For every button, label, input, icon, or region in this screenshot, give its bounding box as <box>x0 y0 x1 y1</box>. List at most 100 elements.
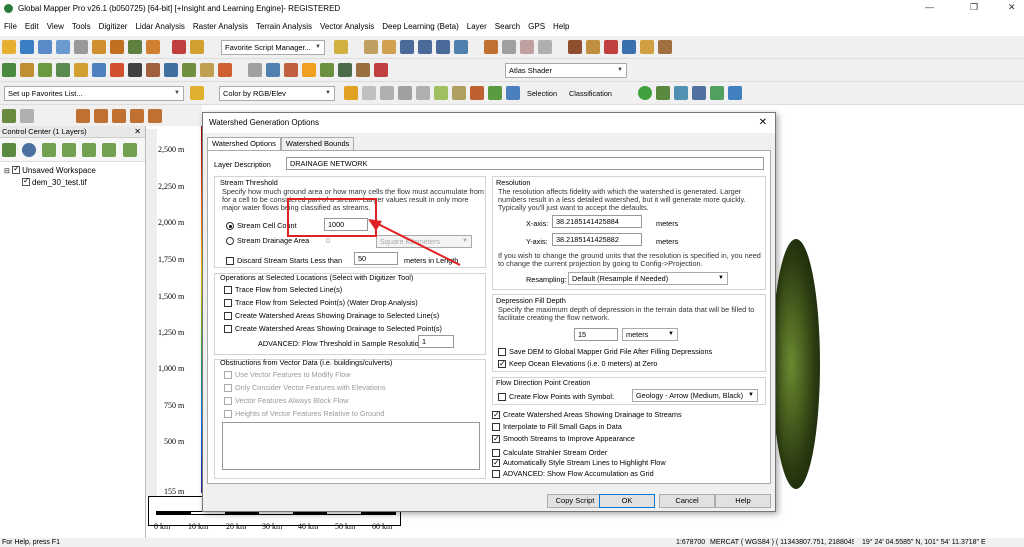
vegetation-icon[interactable] <box>488 86 502 100</box>
clipboard-icon[interactable] <box>658 40 672 54</box>
building-icon[interactable] <box>452 86 466 100</box>
option-interpolate[interactable]: Interpolate to Fill Small Gaps in Data <box>492 422 622 431</box>
menu-file[interactable]: File <box>4 22 17 31</box>
measure-icon[interactable] <box>586 40 600 54</box>
play-icon[interactable] <box>638 86 652 100</box>
layer-remove-icon[interactable] <box>122 143 137 157</box>
advanced-flow-input[interactable]: 1 <box>418 335 454 348</box>
pin-icon[interactable] <box>604 40 618 54</box>
slope-icon[interactable] <box>182 63 196 77</box>
vector-elev-checkbox[interactable]: Only Consider Vector Features with Eleva… <box>224 383 385 392</box>
trace-flow-points-checkbox[interactable]: Trace Flow from Selected Point(s) (Water… <box>224 298 418 307</box>
menu-digitizer[interactable]: Digitizer <box>99 22 128 31</box>
grid-create-icon[interactable] <box>200 63 214 77</box>
workspace-checkbox[interactable] <box>12 164 21 174</box>
save-icon[interactable] <box>38 40 52 54</box>
copy-script-button[interactable]: Copy Script <box>547 494 603 508</box>
selection-label[interactable]: Selection <box>527 89 557 98</box>
copy-icon[interactable] <box>502 40 516 54</box>
menu-raster-analysis[interactable]: Raster Analysis <box>193 22 248 31</box>
layer-up-icon[interactable] <box>42 143 57 157</box>
menu-vector-analysis[interactable]: Vector Analysis <box>320 22 374 31</box>
shader-combo[interactable]: Atlas Shader ▼ <box>505 63 627 78</box>
layers-icon[interactable] <box>128 40 142 54</box>
maximize-icon[interactable]: ❐ <box>970 2 978 13</box>
terrain-icon[interactable] <box>2 63 16 77</box>
create-flow-points-checkbox[interactable]: Create Flow Points with Symbol: <box>498 392 614 401</box>
option-flow-accumulation[interactable]: ADVANCED: Show Flow Accumulation as Grid <box>492 469 654 478</box>
depression-unit-select[interactable]: meters ▼ <box>622 328 678 341</box>
view-shed-icon[interactable] <box>56 63 70 77</box>
grid-icon[interactable] <box>92 40 106 54</box>
layer-metadata-icon[interactable] <box>102 143 117 157</box>
star-icon[interactable] <box>190 86 204 100</box>
menu-search[interactable]: Search <box>495 22 520 31</box>
route-icon[interactable] <box>656 86 670 100</box>
layer-checkbox[interactable] <box>22 176 30 186</box>
settings-icon[interactable] <box>146 40 160 54</box>
zoom-in-icon[interactable] <box>400 40 414 54</box>
close-icon[interactable]: ✕ <box>134 126 141 138</box>
edit-vertex-icon[interactable] <box>20 108 34 123</box>
paintbrush-icon[interactable] <box>568 40 582 54</box>
layer-add-icon[interactable] <box>2 143 16 157</box>
overlay-icon[interactable] <box>248 63 262 77</box>
menu-help[interactable]: Help <box>553 22 569 31</box>
search-icon[interactable] <box>640 40 654 54</box>
watershed-lines-checkbox[interactable]: Create Watershed Areas Showing Drainage … <box>224 311 439 320</box>
x-axis-input[interactable]: 38.2185141425884 <box>552 215 642 228</box>
shader-icon[interactable] <box>284 63 298 77</box>
pencil-icon[interactable] <box>484 40 498 54</box>
trace-flow-lines-checkbox[interactable]: Trace Flow from Selected Line(s) <box>224 285 342 294</box>
watershed-points-checkbox[interactable]: Create Watershed Areas Showing Drainage … <box>224 324 442 333</box>
layer-down-icon[interactable] <box>62 143 77 157</box>
elevation-icon[interactable] <box>74 63 88 77</box>
triangle-icon[interactable] <box>380 86 394 100</box>
table-icon[interactable] <box>538 40 552 54</box>
contour-icon[interactable] <box>20 63 34 77</box>
tree-layer[interactable]: dem_30_test.tif <box>22 176 87 187</box>
watershed-icon[interactable] <box>38 63 52 77</box>
option-auto-style[interactable]: Automatically Style Stream Lines to High… <box>492 458 666 467</box>
color-by-combo[interactable]: Color by RGB/Elev ▼ <box>219 86 335 101</box>
menu-view[interactable]: View <box>47 22 64 31</box>
menu-gps[interactable]: GPS <box>528 22 545 31</box>
vector-height-checkbox[interactable]: Heights of Vector Features Relative to G… <box>224 409 384 418</box>
ok-button[interactable]: OK <box>599 494 655 508</box>
zoom-extent-icon[interactable] <box>436 40 450 54</box>
scale-icon[interactable] <box>362 86 376 100</box>
save-dem-checkbox[interactable]: Save DEM to Global Mapper Grid File Afte… <box>498 347 712 356</box>
add-point-icon[interactable] <box>710 86 724 100</box>
tree-workspace[interactable]: ⊟ Unsaved Workspace <box>4 164 96 175</box>
water-icon[interactable] <box>92 63 106 77</box>
calendar-icon[interactable] <box>110 40 124 54</box>
layer-options-icon[interactable] <box>82 143 97 157</box>
home-icon[interactable] <box>454 40 468 54</box>
print-icon[interactable] <box>56 40 70 54</box>
menu-edit[interactable]: Edit <box>25 22 39 31</box>
tab-watershed-options[interactable]: Watershed Options <box>207 137 281 150</box>
line-tool-icon[interactable] <box>76 108 90 123</box>
area-tool-icon[interactable] <box>94 108 108 123</box>
option-smooth[interactable]: Smooth Streams to Improve Appearance <box>492 434 635 443</box>
lidar-settings-icon[interactable] <box>506 86 520 100</box>
globe-icon[interactable] <box>20 40 34 54</box>
layer-control-icon[interactable] <box>266 63 280 77</box>
script-manager-combo[interactable]: Favorite Script Manager... ▼ <box>221 40 325 55</box>
classification-label[interactable]: Classification <box>569 89 612 98</box>
pan-icon[interactable] <box>382 40 396 54</box>
open-folder-icon[interactable] <box>2 40 16 54</box>
lidar-icon[interactable] <box>338 63 352 77</box>
script-run-icon[interactable] <box>190 40 204 54</box>
option-strahler[interactable]: Calculate Strahler Stream Order <box>492 448 607 457</box>
digitize-icon[interactable] <box>2 108 16 123</box>
cancel-button[interactable]: Cancel <box>659 494 715 508</box>
globe-icon[interactable] <box>22 143 37 157</box>
menu-tools[interactable]: Tools <box>72 22 91 31</box>
menu-deep-learning[interactable]: Deep Learning (Beta) <box>382 22 459 31</box>
depression-depth-input[interactable]: 15 <box>574 328 618 341</box>
tree-icon[interactable] <box>320 63 334 77</box>
cut-icon[interactable] <box>128 63 142 77</box>
volume-icon[interactable] <box>164 63 178 77</box>
layer-description-input[interactable]: DRAINAGE NETWORK <box>286 157 764 170</box>
